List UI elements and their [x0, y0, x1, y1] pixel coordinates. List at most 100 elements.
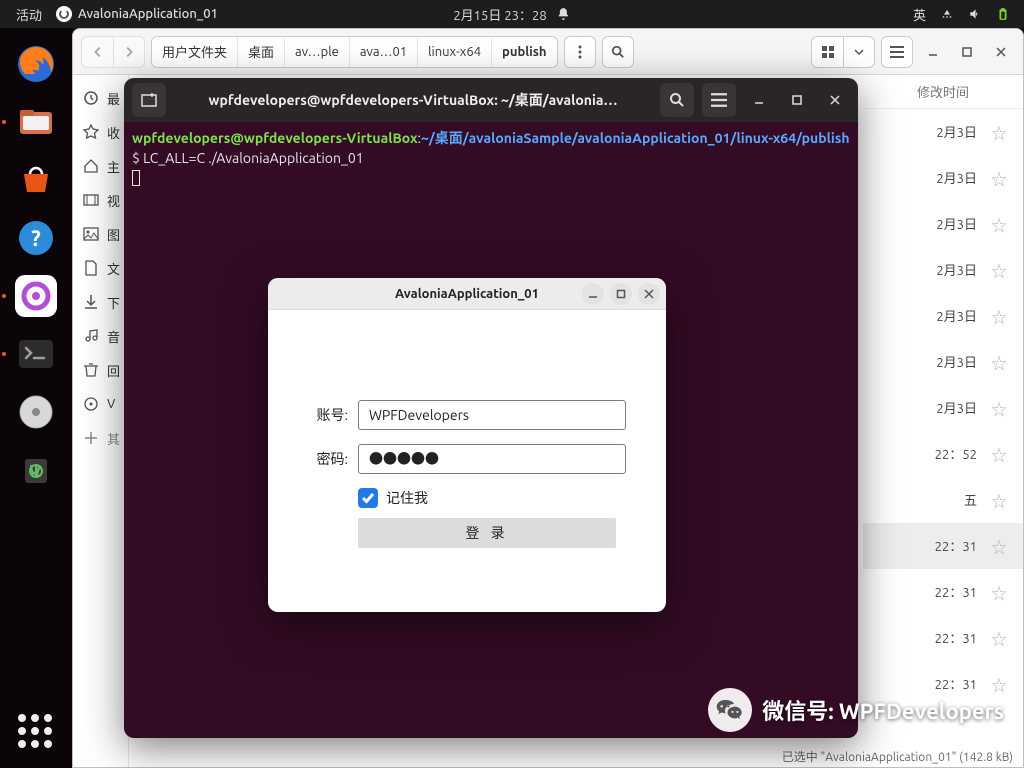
battery-icon[interactable]	[996, 7, 1010, 21]
hamburger-menu-button[interactable]	[881, 36, 913, 68]
path-menu-button[interactable]	[564, 36, 596, 68]
files-maximize-button[interactable]	[953, 38, 981, 66]
column-modified-header[interactable]: 修改时间	[863, 75, 1023, 109]
file-row[interactable]: 2月3日☆	[863, 155, 1023, 201]
show-applications-button[interactable]	[18, 714, 54, 750]
file-row[interactable]: 五☆	[863, 477, 1023, 523]
activities-button[interactable]: 活动	[16, 5, 42, 24]
star-icon[interactable]: ☆	[991, 166, 1007, 190]
remember-me-label: 记住我	[386, 488, 428, 508]
nav-back-button[interactable]	[81, 36, 113, 68]
account-input[interactable]	[358, 400, 626, 430]
sidebar-trash[interactable]: 回	[73, 353, 128, 387]
terminal-maximize-button[interactable]	[782, 85, 812, 115]
dock-trash[interactable]	[10, 444, 62, 496]
file-row[interactable]: 2月3日☆	[863, 385, 1023, 431]
sidebar-documents[interactable]: 文	[73, 251, 128, 285]
files-close-button[interactable]	[987, 38, 1015, 66]
star-icon[interactable]: ☆	[991, 534, 1007, 558]
crumb-3[interactable]: ava…01	[350, 37, 418, 67]
notification-bell-icon[interactable]	[557, 7, 571, 21]
file-row[interactable]: 22：31 ☆	[863, 569, 1023, 615]
dock-firefox[interactable]	[10, 38, 62, 90]
app-titlebar: AvaloniaApplication_01	[268, 278, 666, 310]
file-date: 2月3日	[936, 306, 977, 325]
sidebar-disk[interactable]: V	[73, 387, 128, 421]
search-icon	[611, 45, 625, 59]
terminal-menu-button[interactable]	[702, 83, 736, 117]
sidebar-other[interactable]: 其	[73, 421, 128, 455]
app-maximize-button[interactable]	[610, 283, 632, 305]
dock-avalonia-app[interactable]	[10, 270, 62, 322]
sidebar-recent[interactable]: 最	[73, 81, 128, 115]
file-date: 2月3日	[936, 214, 977, 233]
sidebar-pictures[interactable]: 图	[73, 217, 128, 251]
star-icon[interactable]: ☆	[991, 212, 1007, 236]
sidebar-home[interactable]: 主	[73, 149, 128, 183]
file-row[interactable]: 2月3日 ☆	[863, 109, 1023, 155]
network-icon[interactable]	[940, 7, 954, 21]
volume-icon[interactable]	[968, 7, 982, 21]
terminal-title: wpfdevelopers@wpfdevelopers-VirtualBox: …	[174, 90, 652, 110]
file-date: 五	[964, 490, 977, 509]
file-row[interactable]: 2月3日 ☆	[863, 293, 1023, 339]
dock-software[interactable]	[10, 154, 62, 206]
star-icon[interactable]: ☆	[991, 626, 1007, 650]
app-minimize-button[interactable]	[582, 283, 604, 305]
password-label: 密码:	[308, 449, 348, 469]
remember-me-checkbox[interactable]	[358, 488, 378, 508]
dock-files[interactable]	[10, 96, 62, 148]
star-icon[interactable]: ☆	[991, 304, 1007, 328]
star-icon[interactable]: ☆	[991, 396, 1007, 420]
login-button[interactable]: 登 录	[358, 518, 616, 548]
file-row[interactable]: 22：31 ☆	[863, 615, 1023, 661]
sidebar-downloads[interactable]: 下	[73, 285, 128, 319]
file-date: 2月3日	[936, 352, 977, 371]
crumb-4[interactable]: linux-x64	[418, 37, 492, 67]
terminal-close-button[interactable]	[820, 85, 850, 115]
current-app-indicator[interactable]: AvaloniaApplication_01	[56, 6, 218, 22]
terminal-minimize-button[interactable]	[744, 85, 774, 115]
file-row[interactable]: 2月3日 ☆	[863, 201, 1023, 247]
file-row[interactable]: 2月3日☆	[863, 247, 1023, 293]
app-title: AvaloniaApplication_01	[395, 287, 539, 301]
star-icon[interactable]: ☆	[991, 120, 1007, 144]
files-headerbar: 用户文件夹 桌面 av…ple ava…01 linux-x64 publish	[73, 29, 1023, 75]
sidebar-videos[interactable]: 视	[73, 183, 128, 217]
view-dropdown-button[interactable]	[843, 36, 875, 68]
star-icon[interactable]: ☆	[991, 442, 1007, 466]
crumb-1[interactable]: 桌面	[238, 37, 285, 67]
star-icon[interactable]: ☆	[991, 258, 1007, 282]
file-date: 22：31	[935, 582, 977, 601]
sidebar-music[interactable]: 音	[73, 319, 128, 353]
terminal-search-button[interactable]	[660, 83, 694, 117]
gnome-top-bar: 活动 AvaloniaApplication_01 2月15日 23：28 英	[0, 0, 1024, 28]
password-input[interactable]	[358, 444, 626, 474]
files-sidebar: 最 收 主 视 图 文 下 音 回 V 其	[73, 75, 129, 767]
files-statusbar: 已选中 "AvaloniaApplication_01" (142.8 kB)	[782, 745, 1013, 767]
crumb-5[interactable]: publish	[492, 37, 556, 67]
search-button[interactable]	[602, 36, 634, 68]
dock-terminal[interactable]	[10, 328, 62, 380]
clock[interactable]: 2月15日 23：28	[453, 5, 546, 24]
star-icon[interactable]: ☆	[991, 488, 1007, 512]
star-icon[interactable]: ☆	[991, 350, 1007, 374]
file-date: 2月3日	[936, 122, 977, 141]
sidebar-starred[interactable]: 收	[73, 115, 128, 149]
file-date: 22：31	[935, 628, 977, 647]
files-minimize-button[interactable]	[919, 38, 947, 66]
app-close-button[interactable]	[638, 283, 660, 305]
view-grid-button[interactable]	[811, 36, 843, 68]
nav-forward-button[interactable]	[113, 36, 145, 68]
file-row[interactable]: 22：52☆	[863, 431, 1023, 477]
input-language-indicator[interactable]: 英	[913, 5, 926, 24]
file-row[interactable]: 2月3日 ☆	[863, 339, 1023, 385]
dock-disc[interactable]	[10, 386, 62, 438]
terminal-new-tab-button[interactable]	[132, 83, 166, 117]
dock-help[interactable]: ?	[10, 212, 62, 264]
crumb-2[interactable]: av…ple	[285, 37, 350, 67]
file-row[interactable]: 22：31☆	[863, 523, 1023, 569]
watermark: 微信号: WPFDevelopers	[708, 688, 1004, 732]
crumb-0[interactable]: 用户文件夹	[152, 37, 238, 67]
star-icon[interactable]: ☆	[991, 580, 1007, 604]
